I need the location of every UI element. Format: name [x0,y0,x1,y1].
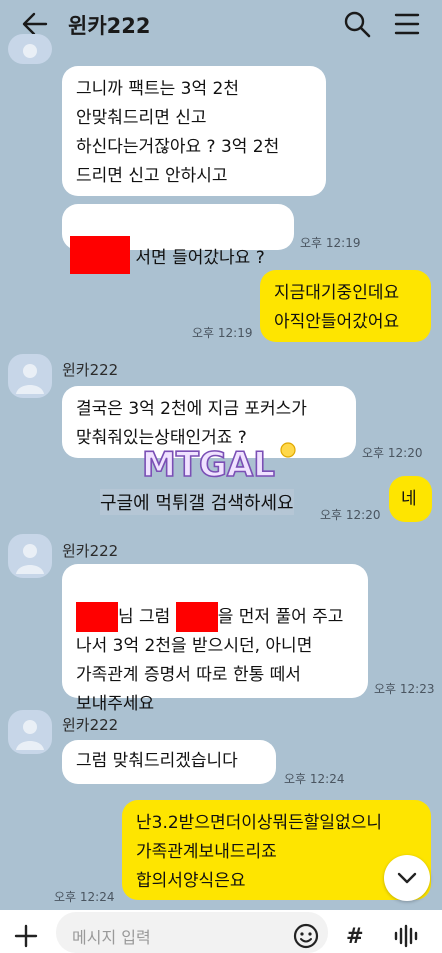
message-time: 오후 12:20 [362,446,423,460]
message-time: 오후 12:24 [54,890,115,904]
chevron-down-icon [397,872,417,884]
sender-name: 윈카222 [62,542,119,560]
avatar[interactable] [8,354,52,398]
message-time: 오후 12:19 [192,326,253,340]
message-text: 님 그럼 [118,607,176,627]
scroll-down-button[interactable] [384,855,430,901]
message-time: 오후 12:23 [374,682,435,696]
message-text: 을 먼저 풀어 주고 [217,607,344,627]
my-message-bubble[interactable]: 네 [389,476,432,522]
message-time: 오후 12:19 [300,236,361,250]
message-input[interactable]: 메시지 입력 [56,912,328,953]
message-bubble[interactable]: 님 그럼 을 먼저 풀어 주고나서 3억 2천을 받으시던, 아니면 가족관계 … [62,564,368,714]
sender-name: 윈카222 [62,716,119,734]
watermark-logo: MTGAL [141,442,296,486]
redaction-box [175,602,218,632]
hamburger-menu-icon[interactable] [394,12,420,36]
message-bubble[interactable]: 그니까 팩트는 3억 2천 안맞춰드리면 신고 하신다는거잖아요 ? 3억 2천… [62,66,326,196]
svg-text:MTGAL: MTGAL [142,445,275,485]
avatar[interactable] [8,534,52,578]
hashtag-search-button[interactable]: # [346,924,364,948]
message-text: 나서 3억 2천을 받으시던, 아니면 가족관계 증명서 따로 한통 떼서 보내… [76,636,313,714]
plus-icon[interactable] [12,922,40,950]
search-icon[interactable] [343,10,371,38]
redaction-box [70,236,130,274]
message-bubble[interactable]: 서면 들어갔나요 ? [62,204,294,274]
message-time: 오후 12:24 [284,772,345,786]
redaction-box [76,602,118,632]
voice-wave-icon[interactable] [392,924,420,948]
message-time: 오후 12:20 [320,508,381,522]
message-input-bar: 메시지 입력 # [0,910,442,953]
avatar[interactable] [8,710,52,754]
chat-title: 윈카222 [68,14,151,38]
avatar[interactable] [8,34,52,64]
emoji-icon[interactable] [292,922,320,950]
message-text: 서면 들어갔나요 ? [130,248,265,268]
my-message-bubble[interactable]: 지금대기중인데요 아직안들어갔어요 [260,270,431,342]
sender-name: 윈카222 [62,361,119,379]
watermark-notice: 구글에 먹튀갤 검색하세요 [100,489,294,515]
chat-header: 윈카222 [0,0,442,48]
message-bubble[interactable]: 그럼 맞춰드리겠습니다 [62,740,276,784]
